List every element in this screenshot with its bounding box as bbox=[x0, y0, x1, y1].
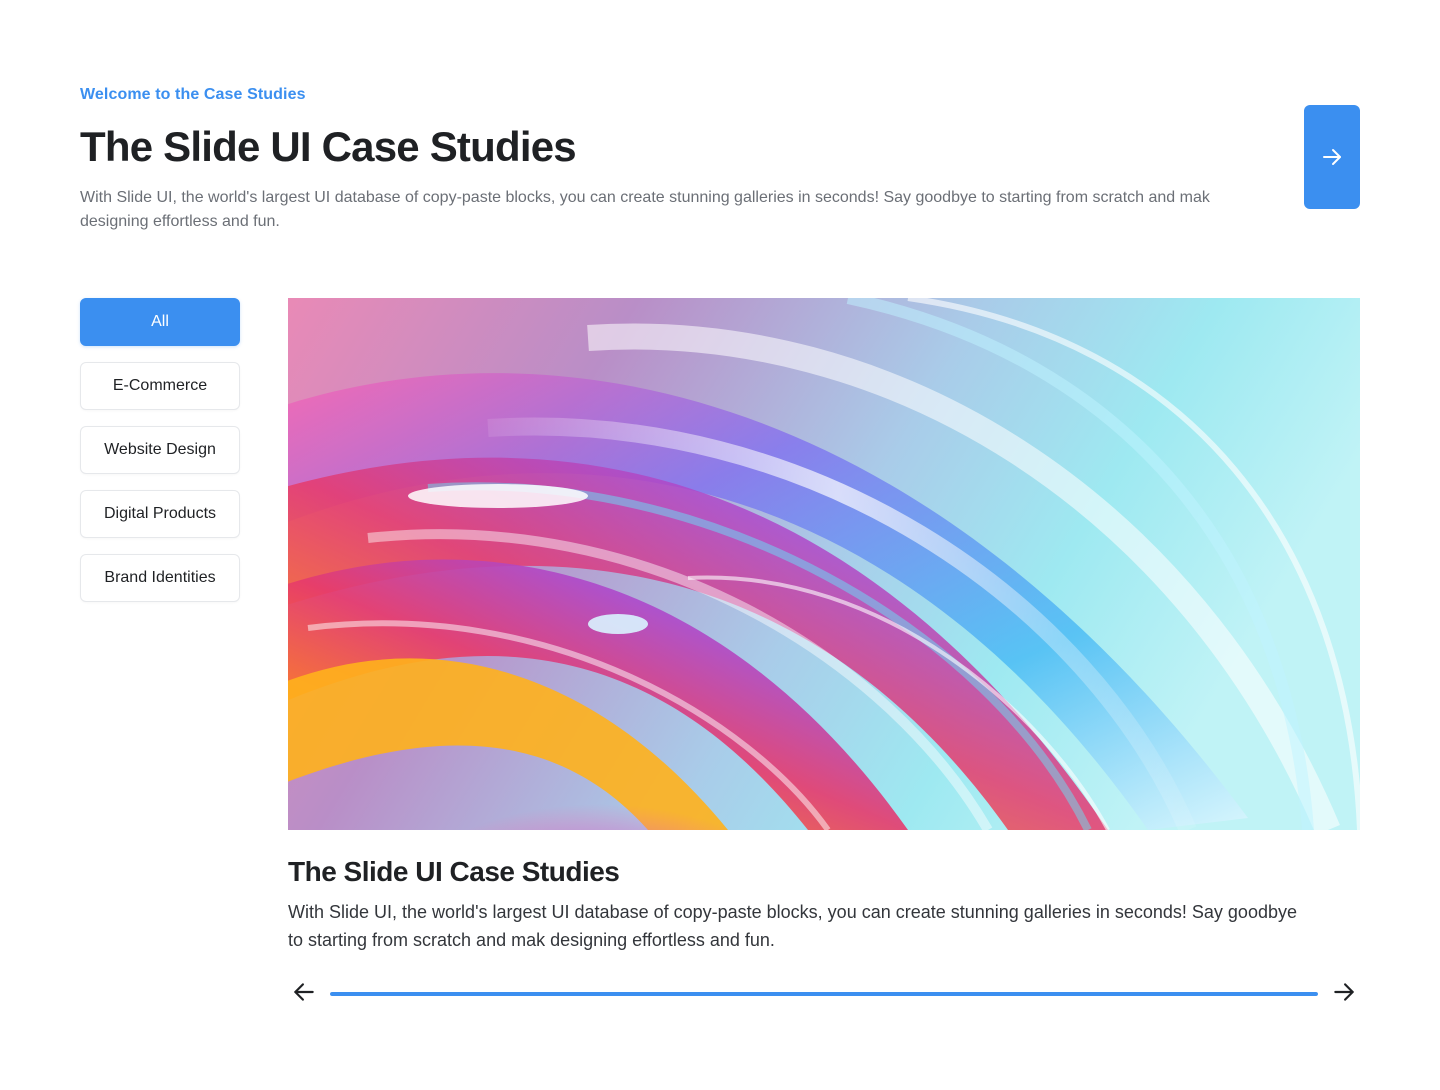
arrow-right-icon bbox=[1331, 979, 1357, 1010]
case-study-image bbox=[288, 298, 1360, 830]
slider-progress-track[interactable] bbox=[330, 992, 1318, 996]
filter-all-button[interactable]: All bbox=[80, 298, 240, 346]
filter-digital-products-button[interactable]: Digital Products bbox=[80, 490, 240, 538]
slider-next-button[interactable] bbox=[1329, 979, 1359, 1009]
case-study-description: With Slide UI, the world's largest UI da… bbox=[288, 902, 1297, 950]
header-next-button[interactable] bbox=[1304, 105, 1360, 209]
page-description: With Slide UI, the world's largest UI da… bbox=[80, 189, 1210, 230]
category-filter-list: All E-Commerce Website Design Digital Pr… bbox=[80, 298, 240, 618]
page-title: The Slide UI Case Studies bbox=[80, 123, 577, 170]
slider-prev-button[interactable] bbox=[289, 979, 319, 1009]
arrow-left-icon bbox=[291, 979, 317, 1010]
section-eyebrow: Welcome to the Case Studies bbox=[80, 86, 306, 103]
filter-brand-identities-button[interactable]: Brand Identities bbox=[80, 554, 240, 602]
filter-ecommerce-button[interactable]: E-Commerce bbox=[80, 362, 240, 410]
arrow-right-icon bbox=[1320, 145, 1344, 169]
slider-progress-fill bbox=[330, 992, 1318, 996]
abstract-iridescent-swirl-image bbox=[288, 298, 1360, 830]
filter-website-design-button[interactable]: Website Design bbox=[80, 426, 240, 474]
case-study-title: The Slide UI Case Studies bbox=[288, 856, 620, 887]
